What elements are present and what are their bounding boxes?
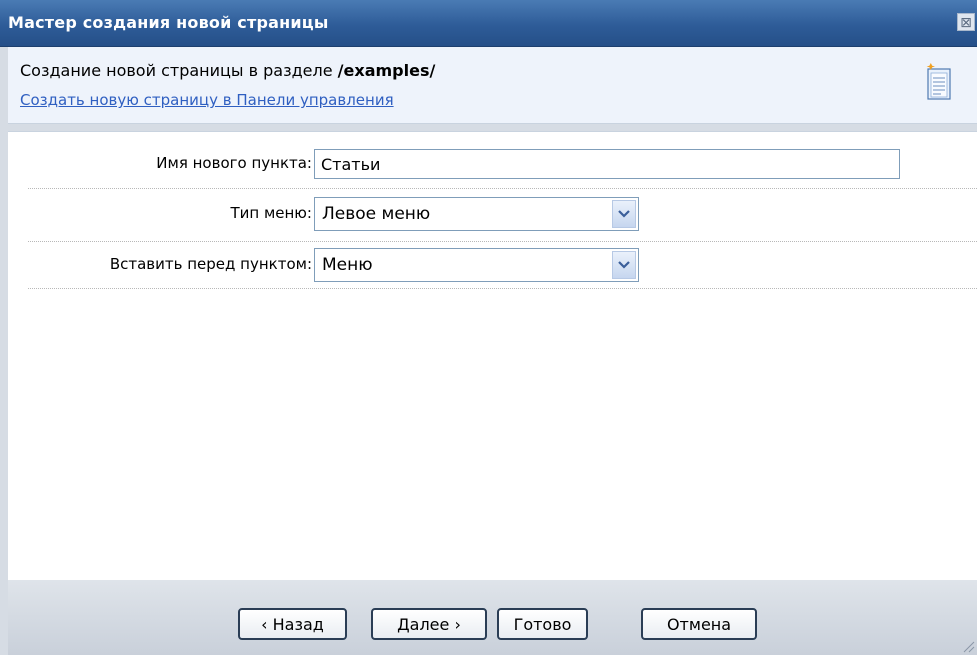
header-description: Создание новой страницы в разделе /examp… — [20, 61, 435, 80]
wizard-dialog: Мастер создания новой страницы ⊠ Создани… — [0, 0, 977, 655]
done-button[interactable]: Готово — [497, 608, 588, 640]
close-icon: ⊠ — [960, 15, 972, 31]
next-button[interactable]: Далее › — [371, 608, 487, 640]
name-input[interactable] — [314, 149, 900, 179]
title-bar[interactable]: Мастер создания новой страницы ⊠ — [0, 0, 977, 47]
header-text: Создание новой страницы в разделе — [20, 61, 338, 80]
name-row: Имя нового пункта: — [28, 145, 977, 189]
wizard-header: Создание новой страницы в разделе /examp… — [8, 47, 977, 124]
cancel-button[interactable]: Отмена — [641, 608, 757, 640]
back-button[interactable]: ‹ Назад — [238, 608, 347, 640]
menu-type-row: Тип меню: Левое меню — [28, 189, 977, 242]
menu-type-select[interactable]: Левое меню — [314, 197, 639, 231]
menu-type-value: Левое меню — [322, 204, 431, 224]
name-label: Имя нового пункта: — [156, 154, 312, 172]
menu-type-dropdown-button[interactable] — [612, 200, 636, 228]
control-panel-link[interactable]: Создать новую страницу в Панели управлен… — [20, 91, 394, 109]
close-button[interactable]: ⊠ — [957, 13, 975, 31]
wizard-footer: ‹ Назад Далее › Готово Отмена — [8, 580, 977, 655]
insert-before-dropdown-button[interactable] — [612, 251, 636, 279]
resize-grip-icon[interactable] — [961, 639, 975, 653]
window-title: Мастер создания новой страницы — [8, 13, 329, 32]
form-area: Имя нового пункта: Тип меню: Левое меню … — [8, 131, 977, 581]
section-path: /examples/ — [337, 61, 436, 80]
insert-before-select[interactable]: Меню — [314, 248, 639, 282]
chevron-down-icon — [618, 210, 630, 218]
new-page-icon — [926, 63, 951, 100]
menu-type-label: Тип меню: — [230, 204, 312, 222]
insert-before-value: Меню — [322, 255, 373, 275]
insert-before-label: Вставить перед пунктом: — [109, 255, 312, 273]
chevron-down-icon — [618, 261, 630, 269]
insert-before-row: Вставить перед пунктом: Меню — [28, 242, 977, 289]
